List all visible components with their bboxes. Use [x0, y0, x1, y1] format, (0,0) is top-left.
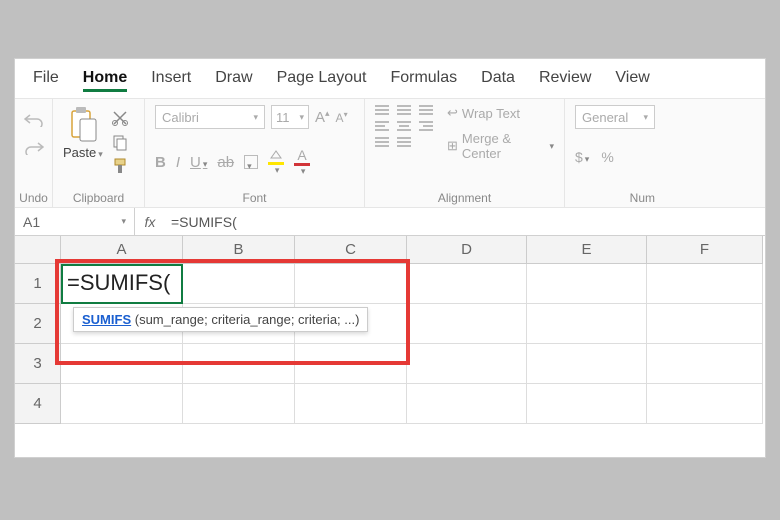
tab-formulas[interactable]: Formulas [390, 69, 457, 92]
font-name-select[interactable]: Calibri▾ [155, 105, 265, 129]
tab-file[interactable]: File [33, 69, 59, 92]
cut-icon[interactable] [111, 109, 129, 127]
copy-icon[interactable] [111, 133, 129, 151]
tab-view[interactable]: View [615, 69, 649, 92]
tab-draw[interactable]: Draw [215, 69, 252, 92]
cell[interactable] [527, 344, 647, 384]
ribbon-tabs: File Home Insert Draw Page Layout Formul… [15, 59, 765, 98]
strike-button[interactable]: ab [217, 154, 234, 171]
number-format-select[interactable]: General▾ [575, 105, 655, 129]
group-label-undo: Undo [19, 189, 48, 205]
font-color-button[interactable]: A [294, 147, 310, 177]
tab-insert[interactable]: Insert [151, 69, 191, 92]
align-top-icon[interactable] [375, 105, 389, 115]
cell[interactable] [527, 384, 647, 424]
paste-button[interactable]: Paste [63, 105, 103, 160]
group-clipboard: Paste Clipboard [53, 99, 145, 207]
name-box[interactable]: A1▾ [15, 208, 135, 235]
group-label-number: Num [575, 189, 655, 205]
row-header[interactable]: 1 [15, 264, 61, 304]
ribbon: Undo Paste Clipboard Calibri▾ [15, 98, 765, 208]
cell[interactable] [407, 344, 527, 384]
cell-a1[interactable]: =SUMIFS( [61, 264, 183, 304]
cell[interactable] [183, 264, 295, 304]
row-header[interactable]: 4 [15, 384, 61, 424]
group-label-font: Font [155, 189, 354, 205]
increase-font-icon[interactable]: A▴ [315, 108, 330, 126]
tab-page-layout[interactable]: Page Layout [277, 69, 367, 92]
cell[interactable] [183, 344, 295, 384]
undo-icon[interactable] [24, 113, 44, 127]
col-header[interactable]: B [183, 236, 295, 264]
cell[interactable] [527, 304, 647, 344]
align-left-icon[interactable] [375, 121, 389, 131]
col-header[interactable]: A [61, 236, 183, 264]
decrease-font-icon[interactable]: A▾ [336, 110, 348, 125]
fill-color-button[interactable] [268, 149, 284, 176]
group-number: General▾ $ % Num [565, 99, 665, 207]
border-button[interactable] [244, 155, 258, 169]
row-header[interactable]: 2 [15, 304, 61, 344]
formula-bar: A1▾ fx =SUMIFS( [15, 208, 765, 236]
increase-indent-icon[interactable] [397, 137, 411, 147]
align-right-icon[interactable] [419, 121, 433, 131]
redo-icon[interactable] [24, 141, 44, 155]
cell[interactable] [647, 264, 763, 304]
col-header[interactable]: E [527, 236, 647, 264]
merge-icon: ⊞ [447, 138, 458, 154]
percent-button[interactable]: % [601, 149, 613, 165]
tab-review[interactable]: Review [539, 69, 591, 92]
cell[interactable] [407, 304, 527, 344]
paste-label: Paste [63, 145, 103, 160]
decrease-indent-icon[interactable] [375, 137, 389, 147]
currency-button[interactable]: $ [575, 149, 589, 165]
format-painter-icon[interactable] [111, 157, 129, 175]
cell[interactable] [183, 384, 295, 424]
align-middle-icon[interactable] [397, 105, 411, 115]
col-header[interactable]: F [647, 236, 763, 264]
formula-input[interactable]: =SUMIFS( [165, 214, 765, 230]
cell[interactable] [647, 384, 763, 424]
bold-button[interactable]: B [155, 154, 166, 171]
cell[interactable] [647, 304, 763, 344]
align-bottom-icon[interactable] [419, 105, 433, 115]
col-header[interactable]: C [295, 236, 407, 264]
function-tooltip: SUMIFS (sum_range; criteria_range; crite… [73, 307, 368, 332]
underline-button[interactable]: U [190, 154, 207, 171]
merge-center-button[interactable]: ⊞Merge & Center [447, 131, 554, 161]
cell[interactable] [407, 384, 527, 424]
cell[interactable] [295, 384, 407, 424]
select-all-corner[interactable] [15, 236, 61, 264]
wrap-text-button[interactable]: ↩Wrap Text [447, 105, 554, 121]
cell[interactable] [527, 264, 647, 304]
cell-editing-text: =SUMIFS( [67, 270, 170, 296]
italic-button[interactable]: I [176, 154, 180, 171]
align-center-icon[interactable] [397, 121, 411, 131]
col-header[interactable]: D [407, 236, 527, 264]
function-tooltip-link[interactable]: SUMIFS [82, 312, 131, 327]
group-label-clipboard: Clipboard [63, 189, 134, 205]
group-alignment: ↩Wrap Text ⊞Merge & Center Alignment [365, 99, 565, 207]
cell[interactable] [407, 264, 527, 304]
function-tooltip-signature: (sum_range; criteria_range; criteria; ..… [131, 312, 359, 327]
cell[interactable] [295, 264, 407, 304]
font-size-select[interactable]: 11▾ [271, 105, 309, 129]
wrap-text-icon: ↩ [447, 105, 458, 121]
row-header[interactable]: 3 [15, 344, 61, 384]
fx-icon[interactable]: fx [135, 214, 165, 230]
group-font: Calibri▾ 11▾ A▴ A▾ B I U ab A Font [145, 99, 365, 207]
group-label-alignment: Alignment [375, 189, 554, 205]
cell[interactable] [295, 344, 407, 384]
tab-home[interactable]: Home [83, 69, 127, 92]
cell[interactable] [647, 344, 763, 384]
cell[interactable] [61, 344, 183, 384]
group-undo: Undo [15, 99, 53, 207]
cell[interactable] [61, 384, 183, 424]
tab-data[interactable]: Data [481, 69, 515, 92]
app-window: File Home Insert Draw Page Layout Formul… [14, 58, 766, 458]
